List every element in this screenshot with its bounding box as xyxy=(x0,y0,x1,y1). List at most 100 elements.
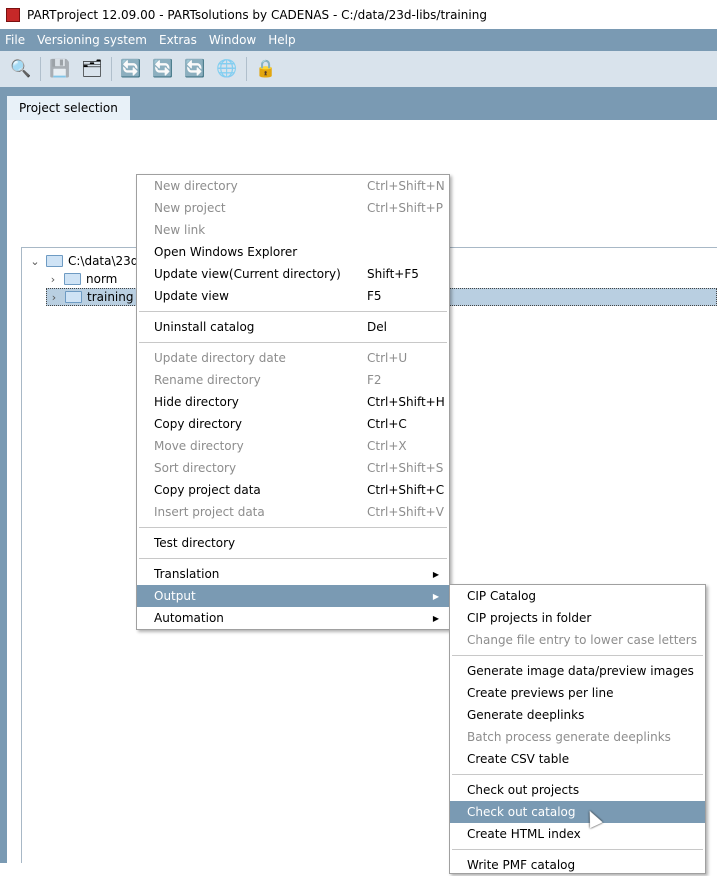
menu-separator xyxy=(450,770,705,779)
save-all-icon[interactable]: 🗂 xyxy=(79,56,105,82)
folder-open-icon xyxy=(46,255,63,267)
menu-separator xyxy=(137,554,449,563)
shortcut-label: Shift+F5 xyxy=(367,267,419,281)
menu-item-label: Copy directory xyxy=(154,417,242,431)
menu-item-label: Check out projects xyxy=(467,783,580,797)
menu-item-label: New directory xyxy=(154,179,238,193)
menu-item-create-html-index[interactable]: Create HTML index xyxy=(450,823,705,845)
menu-item-label: Automation xyxy=(154,611,224,625)
tree-item-label: norm xyxy=(86,272,118,286)
shortcut-label: Ctrl+Shift+N xyxy=(367,179,445,193)
submenu-arrow-icon: ▶ xyxy=(432,591,439,601)
menu-item-label: Write PMF catalog xyxy=(467,858,576,872)
chevron-down-icon[interactable]: ⌄ xyxy=(28,255,42,268)
menu-item-generate-deeplinks[interactable]: Generate deeplinks xyxy=(450,704,705,726)
menu-item-new-project[interactable]: New project Ctrl+Shift+P xyxy=(137,197,449,219)
menu-window[interactable]: Window xyxy=(204,33,263,47)
menu-item-label: Sort directory xyxy=(154,461,237,475)
menu-item-check-out-projects[interactable]: Check out projects xyxy=(450,779,705,801)
toolbar-separator xyxy=(40,57,41,81)
update-1-icon[interactable]: 🔄 xyxy=(118,56,144,82)
menu-item-new-link[interactable]: New link xyxy=(137,219,449,241)
menu-item-output[interactable]: Output ▶ xyxy=(137,585,449,607)
update-2-icon[interactable]: 🔄 xyxy=(150,56,176,82)
menu-separator xyxy=(450,651,705,660)
menu-item-new-directory[interactable]: New directory Ctrl+Shift+N xyxy=(137,175,449,197)
menu-item-test-directory[interactable]: Test directory xyxy=(137,532,449,554)
lock-search-icon[interactable]: 🔒 xyxy=(253,56,279,82)
shortcut-label: Ctrl+Shift+H xyxy=(367,395,445,409)
shortcut-label: Ctrl+Shift+V xyxy=(367,505,444,519)
folder-icon xyxy=(64,273,81,285)
menu-item-rename-directory[interactable]: Rename directory F2 xyxy=(137,369,449,391)
menu-item-update-directory-date[interactable]: Update directory date Ctrl+U xyxy=(137,347,449,369)
save-icon[interactable]: 💾 xyxy=(47,56,73,82)
menu-item-label: Translation xyxy=(154,567,220,581)
menu-item-move-directory[interactable]: Move directory Ctrl+X xyxy=(137,435,449,457)
menu-item-hide-directory[interactable]: Hide directory Ctrl+Shift+H xyxy=(137,391,449,413)
menu-item-cip-catalog[interactable]: CIP Catalog xyxy=(450,585,705,607)
menu-item-check-out-catalog[interactable]: Check out catalog xyxy=(450,801,705,823)
menu-item-uninstall-catalog[interactable]: Uninstall catalog Del xyxy=(137,316,449,338)
update-3-icon[interactable]: 🔄 xyxy=(182,56,208,82)
menu-item-label: Insert project data xyxy=(154,505,265,519)
menu-item-write-pmf-catalog[interactable]: Write PMF catalog xyxy=(450,854,705,876)
shortcut-label: F2 xyxy=(367,373,382,387)
menu-item-label: Create HTML index xyxy=(467,827,581,841)
context-menu: New directory Ctrl+Shift+N New project Ctrl… xyxy=(136,174,450,630)
menu-item-label: Check out catalog xyxy=(467,805,576,819)
tab-project-selection[interactable]: Project selection xyxy=(7,96,130,120)
menu-separator xyxy=(137,338,449,347)
menu-item-label: Output xyxy=(154,589,196,603)
menu-item-label: Open Windows Explorer xyxy=(154,245,298,259)
menu-help[interactable]: Help xyxy=(263,33,302,47)
menu-item-label: CIP Catalog xyxy=(467,589,537,603)
menu-item-insert-project-data[interactable]: Insert project data Ctrl+Shift+V xyxy=(137,501,449,523)
chevron-right-icon[interactable]: › xyxy=(46,273,60,286)
menu-item-label: Copy project data xyxy=(154,483,261,497)
menu-item-label: Uninstall catalog xyxy=(154,320,255,334)
menu-item-label: Update directory date xyxy=(154,351,286,365)
menu-extras[interactable]: Extras xyxy=(154,33,204,47)
menu-item-label: Generate deeplinks xyxy=(467,708,585,722)
menu-item-update-view-current-directory-[interactable]: Update view(Current directory) Shift+F5 xyxy=(137,263,449,285)
menu-item-create-previews-per-line[interactable]: Create previews per line xyxy=(450,682,705,704)
menu-item-batch-process-generate-deeplinks[interactable]: Batch process generate deeplinks xyxy=(450,726,705,748)
globe-icon[interactable]: 🌐 xyxy=(214,56,240,82)
submenu-arrow-icon: ▶ xyxy=(432,613,439,623)
menu-item-automation[interactable]: Automation ▶ xyxy=(137,607,449,629)
menu-item-sort-directory[interactable]: Sort directory Ctrl+Shift+S xyxy=(137,457,449,479)
menu-item-label: Create CSV table xyxy=(467,752,570,766)
menu-item-change-file-entry-to-lower-case-letters[interactable]: Change file entry to lower case letters xyxy=(450,629,705,651)
output-submenu: CIP Catalog CIP projects in folder Change … xyxy=(449,584,706,874)
menu-item-copy-directory[interactable]: Copy directory Ctrl+C xyxy=(137,413,449,435)
menu-item-label: Generate image data/preview images xyxy=(467,664,694,678)
menu-item-label: Update view xyxy=(154,289,229,303)
menu-item-translation[interactable]: Translation ▶ xyxy=(137,563,449,585)
menu-item-copy-project-data[interactable]: Copy project data Ctrl+Shift+C xyxy=(137,479,449,501)
search-text-icon[interactable]: 🔍 xyxy=(8,56,34,82)
chevron-right-icon[interactable]: › xyxy=(47,291,61,304)
shortcut-label: Ctrl+Shift+P xyxy=(367,201,443,215)
menu-item-create-csv-table[interactable]: Create CSV table xyxy=(450,748,705,770)
menu-versioning-system[interactable]: Versioning system xyxy=(32,33,154,47)
menu-bar: File Versioning system Extras Window Help xyxy=(0,29,717,51)
menu-separator xyxy=(137,523,449,532)
menu-item-label: New link xyxy=(154,223,206,237)
menu-item-open-windows-explorer[interactable]: Open Windows Explorer xyxy=(137,241,449,263)
shortcut-label: F5 xyxy=(367,289,382,303)
shortcut-label: Ctrl+Shift+S xyxy=(367,461,444,475)
menu-item-generate-image-data-preview-images[interactable]: Generate image data/preview images xyxy=(450,660,705,682)
toolbar-separator xyxy=(111,57,112,81)
menu-item-update-view[interactable]: Update view F5 xyxy=(137,285,449,307)
title-bar: PARTproject 12.09.00 - PARTsolutions by … xyxy=(0,0,717,29)
app-icon xyxy=(6,7,20,22)
folder-icon xyxy=(65,291,82,303)
toolbar: 🔍 💾 🗂 🔄 🔄 🔄 🌐 🔒 xyxy=(0,51,717,87)
menu-item-label: Batch process generate deeplinks xyxy=(467,730,671,744)
shortcut-label: Ctrl+U xyxy=(367,351,408,365)
menu-item-label: Test directory xyxy=(154,536,236,550)
menu-item-label: Hide directory xyxy=(154,395,239,409)
menu-item-cip-projects-in-folder[interactable]: CIP projects in folder xyxy=(450,607,705,629)
menu-file[interactable]: File xyxy=(0,33,32,47)
